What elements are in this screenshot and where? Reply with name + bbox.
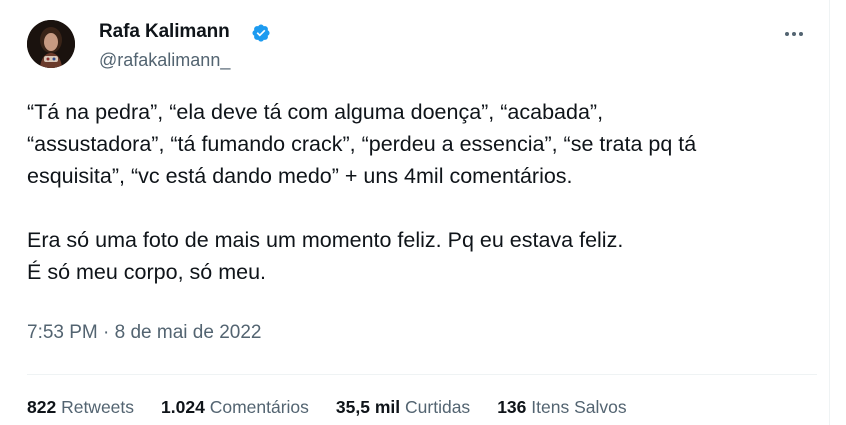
tweet-line: Era só uma foto de mais um momento feliz… (27, 228, 624, 252)
engagement-stats: 822 Retweets 1.024 Comentários 35,5 mil … (27, 395, 627, 419)
tweet-line: “assustadora”, “tá fumando crack”, “perd… (27, 132, 697, 156)
likes-count: 35,5 mil (335, 397, 401, 417)
avatar[interactable] (27, 20, 75, 68)
tweet-card: Rafa Kalimann @rafakalimann_ “Tá na pedr… (0, 0, 830, 425)
retweets-count: 822 (27, 397, 57, 417)
retweets-stat[interactable]: 822 Retweets (27, 395, 134, 419)
verified-badge-icon[interactable] (251, 23, 271, 43)
tweet-timestamp[interactable]: 7:53 PM · 8 de mai de 2022 (27, 319, 261, 347)
user-handle[interactable]: @rafakalimann_ (99, 48, 230, 72)
display-name[interactable]: Rafa Kalimann (99, 20, 230, 44)
avatar-photo (27, 20, 75, 68)
tweet-line: É só meu corpo, só meu. (27, 260, 266, 284)
more-options-icon[interactable] (777, 20, 811, 48)
tweet-line: “Tá na pedra”, “ela deve tá com alguma d… (27, 100, 604, 124)
likes-label: Curtidas (405, 397, 471, 417)
comments-label: Comentários (209, 397, 309, 417)
likes-stat[interactable]: 35,5 mil Curtidas (336, 395, 470, 419)
saves-stat[interactable]: 136 Itens Salvos (497, 395, 626, 419)
comments-stat[interactable]: 1.024 Comentários (161, 395, 309, 419)
saves-label: Itens Salvos (531, 397, 627, 417)
tweet-line: esquisita”, “vc está dando medo” + uns 4… (27, 164, 573, 188)
tweet-text: “Tá na pedra”, “ela deve tá com alguma d… (27, 96, 787, 288)
divider (27, 374, 817, 375)
retweets-label: Retweets (61, 397, 135, 417)
comments-count: 1.024 (161, 397, 205, 417)
saves-count: 136 (497, 397, 527, 417)
